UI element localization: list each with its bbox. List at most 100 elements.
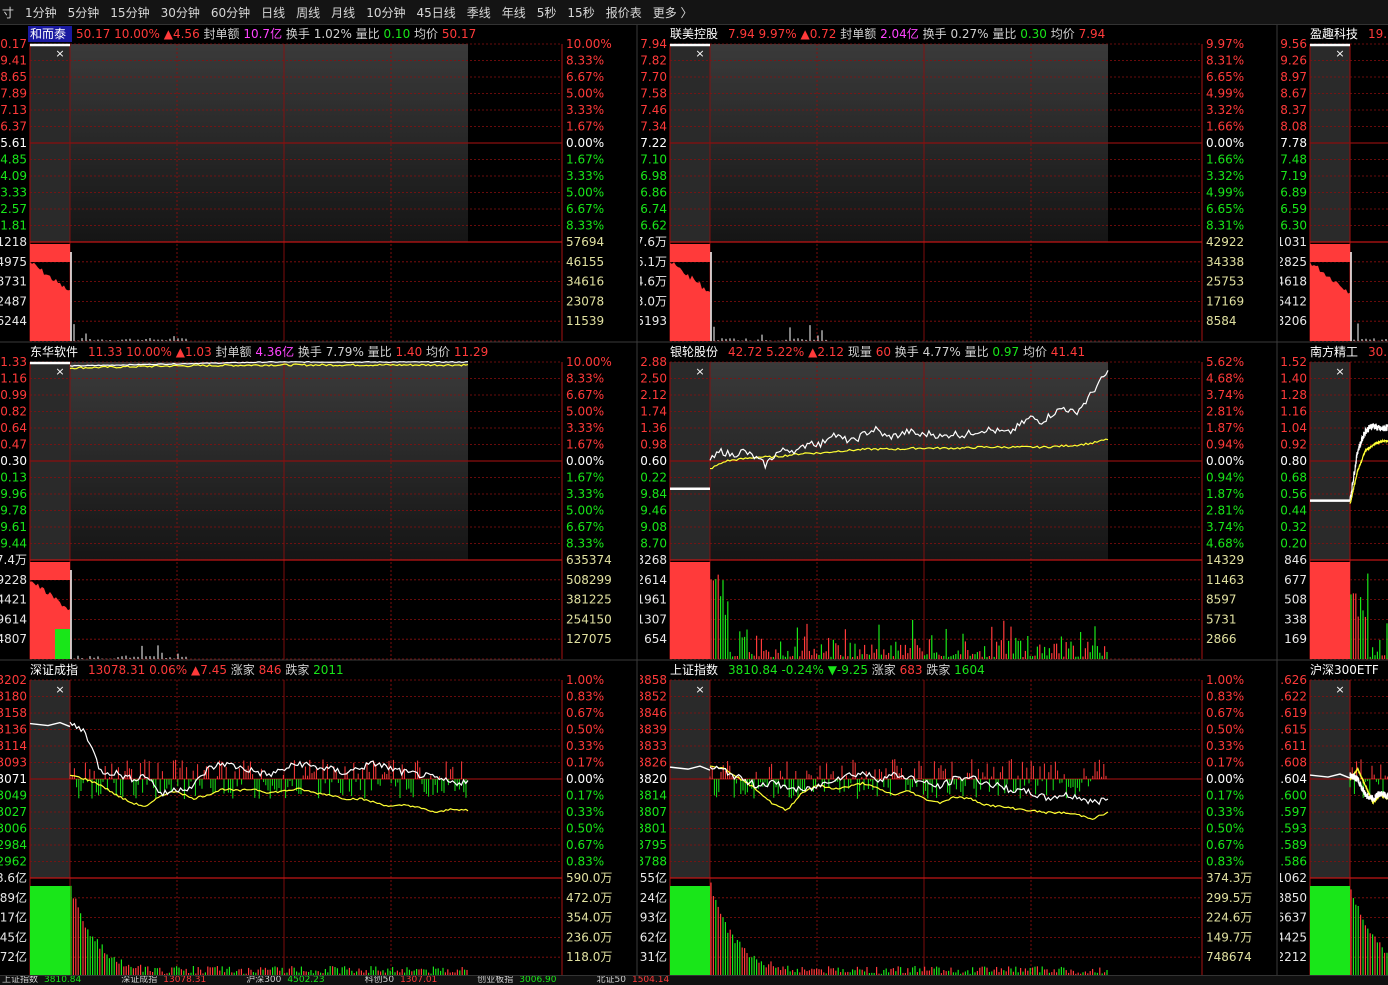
quote-field: 量比 [992, 27, 1020, 41]
period-tab[interactable]: 45日线 [411, 4, 461, 21]
pct-axis-label: 0.33% [1206, 805, 1244, 819]
pct-axis-label: 4.68% [1206, 372, 1244, 386]
period-tab[interactable]: 5分钟 [63, 4, 106, 21]
pct-axis-label: 1.66% [1206, 120, 1244, 134]
period-tab[interactable]: 周线 [291, 4, 326, 21]
quote-field: 13078.31 [88, 663, 149, 677]
pct-axis-label: 2.81% [1206, 405, 1244, 419]
quote-field: 846 [259, 663, 286, 677]
quote-field: 换手 [298, 345, 326, 359]
volume-axis-label: 677 [1284, 573, 1307, 587]
quote-field: 均价 [1051, 27, 1079, 41]
quote-field: 封单额 [204, 27, 244, 41]
period-tab[interactable]: 年线 [497, 4, 532, 21]
price-axis-label: 10.13 [0, 471, 27, 485]
period-tab[interactable]: 15分钟 [105, 4, 155, 21]
pct-axis-label: 1.67% [566, 153, 604, 167]
price-axis-label: 16.59 [1280, 202, 1307, 216]
quote-field: 19.5 [1368, 27, 1388, 41]
volume-axis-label: 14329 [1206, 553, 1244, 567]
pct-axis-label: 3.32% [1206, 169, 1244, 183]
price-axis-label: 43.33 [0, 186, 27, 200]
volume-axis-label: 42922 [1206, 235, 1244, 249]
price-axis-label: 4.586 [1280, 855, 1307, 869]
pct-axis-label: 0.33% [1206, 739, 1244, 753]
volume-axis-label: 312825 [1280, 255, 1307, 269]
stock-panel[interactable]: 联美控股 7.94 9.97% ▲0.72 封单额 2.04亿 换手 0.27% … [640, 25, 1280, 343]
multi-stock-grid: 和而泰 50.17 10.00% ▲4.56 封单额 10.7亿 换手 1.02%… [0, 25, 1388, 979]
period-tab[interactable]: 5秒 [532, 4, 563, 21]
price-axis-label: 10.82 [0, 405, 27, 419]
price-axis-label: 6.62 [640, 219, 667, 233]
price-axis-label: 13093 [0, 756, 27, 770]
stock-panel[interactable]: 东华软件 11.33 10.00% ▲1.03 封单额 4.36亿 换手 7.79… [0, 343, 640, 661]
price-axis-label: 13180 [0, 690, 27, 704]
quote-field: 4.77% [923, 345, 965, 359]
quote-field: 2011 [313, 663, 344, 677]
price-axis-label: 42.57 [0, 202, 27, 216]
period-tab[interactable]: 1分钟 [20, 4, 63, 21]
price-axis-label: 16.30 [1280, 219, 1307, 233]
price-axis-label: 13027 [0, 805, 27, 819]
volume-axis-label: 184421 [0, 593, 27, 607]
volume-axis-label: 61062 [1280, 871, 1307, 885]
price-axis-label: 30.56 [1280, 487, 1307, 501]
price-axis-label: 18.97 [1280, 70, 1307, 84]
price-axis-label: 39.84 [640, 487, 667, 501]
price-axis-label: 41.74 [640, 405, 667, 419]
price-line [1349, 423, 1388, 501]
stock-panel[interactable]: 南方精工 30. × 31.52 31.40 31.28 31.16 31.04 30.92 3… [1280, 343, 1388, 661]
stock-panel[interactable]: 银轮股份 42.72 5.22% ▲2.12 现量 60 换手 4.77% 量比 … [640, 343, 1280, 661]
price-axis-label: 4.611 [1280, 739, 1307, 753]
period-tab[interactable]: 10分钟 [361, 4, 411, 21]
period-tab[interactable]: 月线 [326, 4, 361, 21]
volume-axis-label: 748674 [1206, 950, 1252, 964]
period-tab[interactable]: 30分钟 [156, 4, 206, 21]
quote-header: 13078.31 0.06% ▲7.45 涨家 846 跌家 2011 [88, 662, 344, 677]
price-axis-label: 41.36 [640, 421, 667, 435]
pct-axis-label: 1.67% [566, 471, 604, 485]
stock-panel[interactable]: 和而泰 50.17 10.00% ▲4.56 封单额 10.7亿 换手 1.02%… [0, 25, 640, 343]
stock-panel[interactable]: 盈趣科技 19.5 × 19.56 19.26 18.97 18.67 18.37 18.08… [1280, 25, 1388, 343]
stock-panel[interactable]: 上证指数 3810.84 -0.24% ▼-9.25 涨家 683 跌家 1604… [640, 661, 1280, 979]
quote-field: 10.00% [126, 345, 176, 359]
pct-axis-label: 5.00% [566, 186, 604, 200]
auction-volume [670, 244, 710, 262]
volume-axis-label: 64807 [0, 632, 27, 646]
period-tab[interactable]: 日线 [256, 4, 291, 21]
volume-axis-label: 391031 [1280, 235, 1307, 249]
pct-axis-label: 3.74% [1206, 520, 1244, 534]
period-tab[interactable]: 60分钟 [206, 4, 256, 21]
volume-axis-label: 590.0万 [566, 871, 612, 885]
period-tab[interactable]: 15秒 [562, 4, 600, 21]
volume-axis-label: 5731 [1206, 612, 1237, 626]
close-icon: × [1335, 47, 1344, 60]
period-tab[interactable]: 报价表 [601, 4, 648, 21]
volume-axis-label: 169 [1284, 632, 1307, 646]
volume-axis-label: 25753 [1206, 275, 1244, 289]
volume-axis-label: 254150 [566, 612, 612, 626]
volume-axis-label: 23078 [566, 294, 604, 308]
period-tab[interactable]: 寸 [0, 4, 20, 21]
price-axis-label: 4.622 [1280, 690, 1307, 704]
pct-axis-label: 1.00% [566, 673, 604, 687]
period-tab[interactable]: 季线 [462, 4, 497, 21]
price-axis-label: 7.58 [640, 87, 667, 101]
pct-axis-label: 0.83% [566, 855, 604, 869]
pct-axis-label: 6.67% [566, 70, 604, 84]
auction-volume [30, 244, 70, 262]
period-tab[interactable]: 更多 〉 [648, 4, 699, 21]
price-axis-label: 4.593 [1280, 822, 1307, 836]
auction-volume [670, 562, 710, 659]
pct-axis-label: 1.67% [566, 120, 604, 134]
price-axis-label: 7.10 [640, 153, 667, 167]
pct-axis-label: 6.67% [566, 202, 604, 216]
price-axis-label: 4.600 [1280, 789, 1307, 803]
price-axis-label: 47.13 [0, 103, 27, 117]
stock-panel[interactable]: 沪深300ETF × 4.626 4.622 4.619 4.615 4.611 4.608 4… [1280, 661, 1388, 979]
volume-axis-label: 715193 [640, 314, 667, 328]
quote-header: 11.33 10.00% ▲1.03 封单额 4.36亿 换手 7.79% 量比… [88, 344, 488, 359]
price-axis-label: 19.56 [1280, 37, 1307, 51]
stock-panel[interactable]: 深证成指 13078.31 0.06% ▲7.45 涨家 846 跌家 2011 … [0, 661, 640, 979]
pct-axis-label: 6.67% [566, 388, 604, 402]
